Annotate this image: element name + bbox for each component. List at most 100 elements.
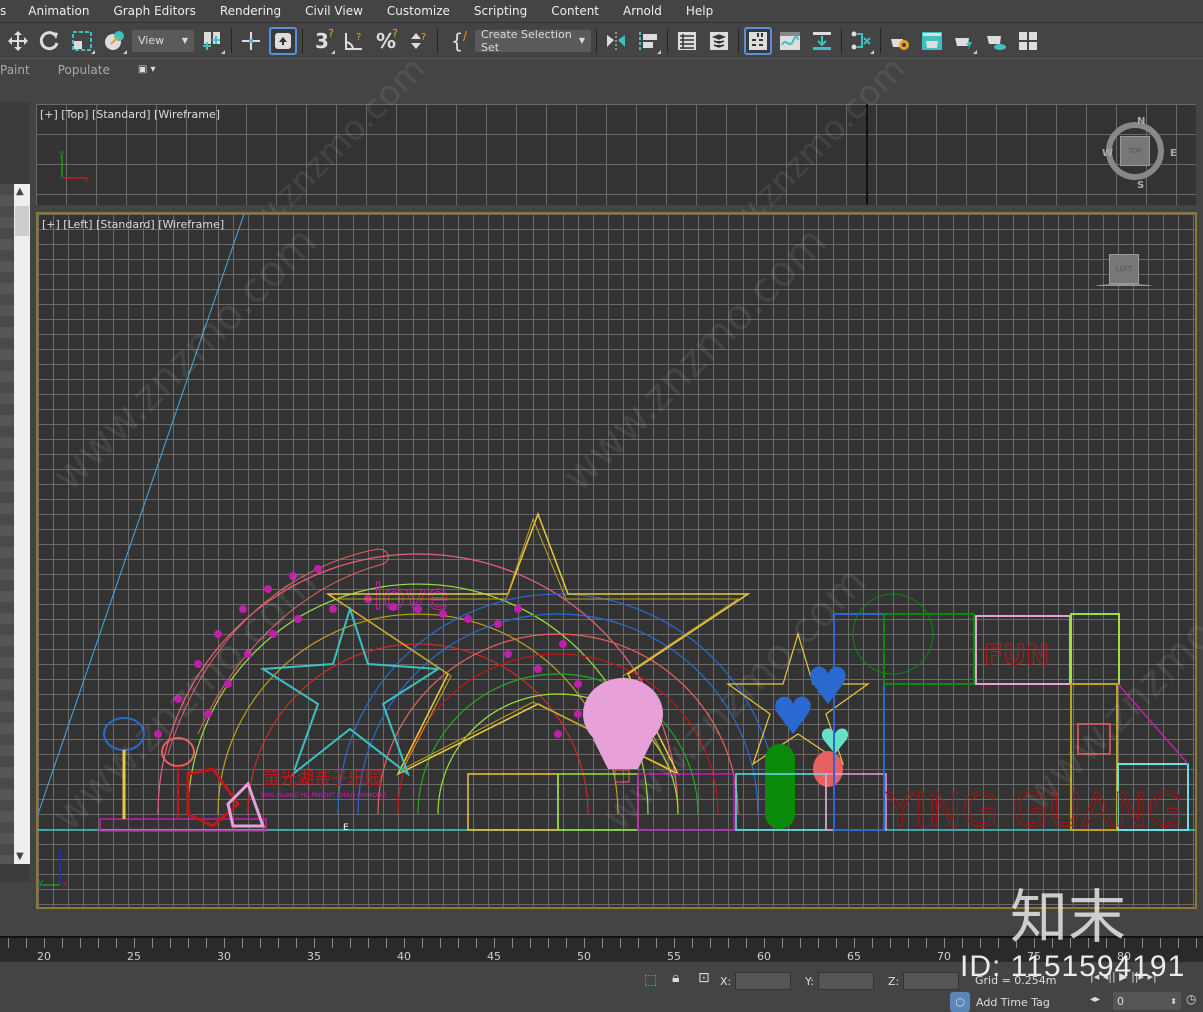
placement-icon[interactable] <box>100 27 128 55</box>
snaps-toggle-icon[interactable]: 3? <box>308 27 336 55</box>
z-field[interactable] <box>903 972 960 990</box>
time-tag-icon: ⬡ <box>950 992 970 1012</box>
menu-item-graph-editors[interactable]: Graph Editors <box>101 4 207 18</box>
svg-text:z: z <box>59 175 64 184</box>
percent-snap-icon[interactable]: %? <box>372 27 400 55</box>
compass-e[interactable]: E <box>1170 148 1177 159</box>
menu-item-animation[interactable]: Animation <box>16 4 101 18</box>
move-icon[interactable] <box>4 27 32 55</box>
y-field[interactable] <box>817 972 874 990</box>
add-time-tag-button[interactable]: ⬡ Add Time Tag <box>950 992 1050 1012</box>
panel <box>467 773 559 831</box>
compass-w[interactable]: W <box>1102 148 1113 159</box>
star-large-inner <box>334 517 740 771</box>
dope-sheet-icon[interactable] <box>808 27 836 55</box>
svg-text:x: x <box>84 175 90 184</box>
align-icon[interactable] <box>634 27 662 55</box>
heart-tree <box>161 737 195 767</box>
spinner-arrows-icon[interactable]: ⬍ <box>1170 997 1177 1006</box>
toolbar-separator <box>841 28 842 53</box>
render-setup-icon[interactable] <box>918 27 946 55</box>
y-label: Y: <box>805 974 814 988</box>
timeline-tick <box>8 938 9 948</box>
viewport-top[interactable]: [+] [Top] [Standard] [Wireframe] y x z T… <box>36 49 1196 279</box>
timeline-tick <box>206 938 207 948</box>
timeline-tick <box>242 938 243 948</box>
scroll-up-icon[interactable]: ▲ <box>16 186 24 197</box>
menu-item-customize[interactable]: Customize <box>375 4 462 18</box>
absolute-mode-icon[interactable]: ⊡ <box>698 970 710 986</box>
svg-text:z: z <box>58 849 63 858</box>
timeline-tick <box>170 938 171 948</box>
mirror-icon[interactable] <box>602 27 630 55</box>
time-configuration-icon[interactable]: ◷ <box>1186 992 1196 1006</box>
menu-item-content[interactable]: Content <box>539 4 611 18</box>
timeline-tick <box>638 938 639 948</box>
edit-named-selection-icon[interactable]: {/ <box>443 27 471 55</box>
selection-lock-frame-icon[interactable]: ⬚ <box>644 972 657 988</box>
keyboard-shortcut-override-icon[interactable] <box>269 26 297 55</box>
timeline-tick <box>1160 938 1161 948</box>
layer-explorer-icon[interactable] <box>705 27 733 55</box>
timeline-tick <box>746 938 747 948</box>
ribbon-tab-paint[interactable]: Paint <box>0 63 30 77</box>
named-selection-set-value: Create Selection Set <box>481 27 572 54</box>
timeline-tick <box>314 938 315 948</box>
scrollbar-thumb[interactable] <box>15 206 29 236</box>
ribbon-options-icon[interactable]: ▣ ▾ <box>138 64 156 75</box>
toggle-ribbon-icon[interactable] <box>744 26 772 55</box>
scale-icon[interactable] <box>68 27 96 55</box>
reference-coordinate-dropdown[interactable]: View ▼ <box>132 29 194 52</box>
render-in-cloud-icon[interactable] <box>982 27 1010 55</box>
menu-item-help[interactable]: Help <box>674 4 725 18</box>
timeline-tick <box>350 938 351 948</box>
timeline-tick <box>944 938 945 948</box>
menu-item-civil-view[interactable]: Civil View <box>293 4 375 18</box>
compass-s[interactable]: S <box>1137 180 1144 191</box>
z-label: Z: <box>888 974 900 988</box>
frame-diagonal <box>1117 683 1189 765</box>
viewcube-face[interactable]: TOP <box>1120 136 1150 166</box>
angle-snap-icon[interactable]: ? <box>340 27 368 55</box>
star-large <box>325 511 751 776</box>
timeline-tick <box>80 938 81 948</box>
viewport-left[interactable]: [+] [Left] [Standard] [Wireframe] LEFT l… <box>36 212 1203 909</box>
named-selection-set-dropdown[interactable]: Create Selection Set ▼ <box>475 27 591 54</box>
toolbar-separator <box>302 28 303 53</box>
scene-explorer-icon[interactable] <box>673 27 701 55</box>
scene-explorer-list[interactable] <box>0 184 14 864</box>
x-field[interactable] <box>735 972 792 990</box>
compass-n[interactable]: N <box>1137 116 1145 127</box>
menu-item-arnold[interactable]: Arnold <box>611 4 674 18</box>
pivot-icon[interactable] <box>198 27 226 55</box>
key-mode-toggle-icon[interactable]: ◂▸ <box>1090 994 1100 1005</box>
lock-icon[interactable]: 🔒︎ <box>672 970 679 986</box>
viewcube-top[interactable]: TOP <box>1106 122 1164 180</box>
menu-item-tools[interactable]: s <box>0 4 16 18</box>
toolbar-separator <box>437 28 438 53</box>
timeline-tick <box>584 938 585 948</box>
menu-item-rendering[interactable]: Rendering <box>208 4 293 18</box>
rotate-icon[interactable] <box>36 27 64 55</box>
schematic-view-icon[interactable] <box>847 27 875 55</box>
gift-box <box>1077 723 1111 755</box>
scroll-down-icon[interactable]: ▼ <box>16 851 24 862</box>
manipulate-icon[interactable] <box>237 27 265 55</box>
viewport-layout-icon[interactable] <box>1014 27 1042 55</box>
scene-explorer-scrollbar[interactable]: ▲ ▼ <box>14 184 30 864</box>
material-editor-icon[interactable] <box>886 27 914 55</box>
timeline-tick <box>116 938 117 948</box>
timeline-tick <box>800 938 801 948</box>
curve-editor-icon[interactable] <box>776 27 804 55</box>
spinner-snap-icon[interactable]: ? <box>404 27 432 55</box>
timeline-tick <box>296 938 297 948</box>
circle-outline <box>852 593 934 675</box>
menu-item-scripting[interactable]: Scripting <box>462 4 539 18</box>
timeline-tick <box>404 938 405 948</box>
current-frame-spinner[interactable]: 0 ⬍ <box>1113 992 1181 1010</box>
timeline-tick <box>26 938 27 948</box>
timeline-tick <box>710 938 711 948</box>
render-production-icon[interactable] <box>950 27 978 55</box>
viewport-top-label[interactable]: [+] [Top] [Standard] [Wireframe] <box>40 108 220 121</box>
ribbon-tab-populate[interactable]: Populate <box>58 63 110 77</box>
